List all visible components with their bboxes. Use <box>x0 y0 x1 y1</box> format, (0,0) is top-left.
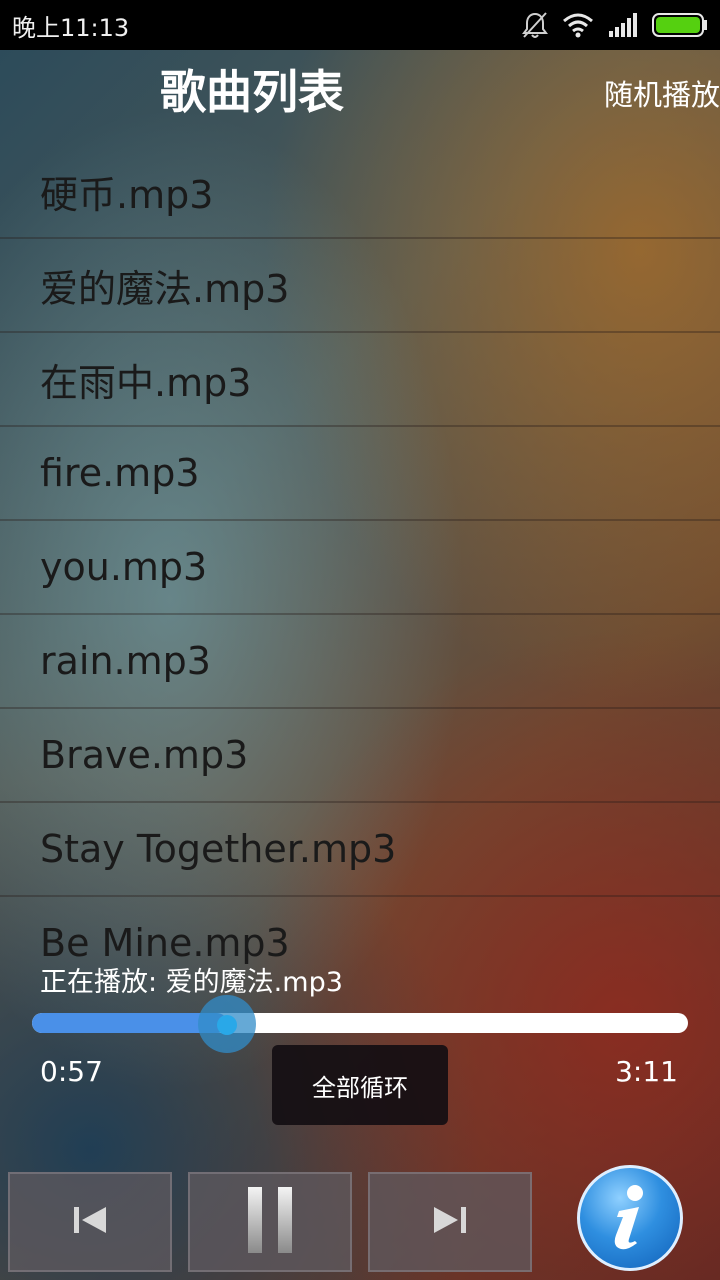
progress-bar[interactable] <box>32 1013 688 1033</box>
loop-mode-toast: 全部循环 <box>272 1045 448 1125</box>
info-icon <box>605 1181 655 1255</box>
pause-icon <box>244 1185 296 1259</box>
song-list[interactable]: 硬币.mp3 爱的魔法.mp3 在雨中.mp3 fire.mp3 you.mp3… <box>0 145 720 965</box>
header: 歌曲列表 随机播放 <box>0 50 720 140</box>
wifi-icon <box>562 12 594 38</box>
pause-button[interactable] <box>188 1172 352 1272</box>
song-item[interactable]: 硬币.mp3 <box>0 145 720 239</box>
song-item[interactable]: rain.mp3 <box>0 615 720 709</box>
signal-icon <box>608 13 638 37</box>
battery-icon <box>652 12 708 38</box>
song-item[interactable]: Brave.mp3 <box>0 709 720 803</box>
skip-previous-icon <box>70 1203 110 1241</box>
song-item[interactable]: 在雨中.mp3 <box>0 333 720 427</box>
status-bar: 晚上11:13 <box>0 0 720 50</box>
song-item[interactable]: fire.mp3 <box>0 427 720 521</box>
song-item[interactable]: 爱的魔法.mp3 <box>0 239 720 333</box>
info-button[interactable] <box>577 1165 683 1271</box>
status-icons <box>522 11 708 39</box>
previous-button[interactable] <box>8 1172 172 1272</box>
time-elapsed: 0:57 <box>40 1055 103 1088</box>
page-title: 歌曲列表 <box>160 65 344 119</box>
now-playing-label: 正在播放: 爱的魔法.mp3 <box>40 967 343 998</box>
time-total: 3:11 <box>615 1055 678 1088</box>
song-item[interactable]: Be Mine.mp3 <box>0 897 720 965</box>
shuffle-button[interactable]: 随机播放 <box>604 72 720 114</box>
song-item[interactable]: you.mp3 <box>0 521 720 615</box>
song-item[interactable]: Stay Together.mp3 <box>0 803 720 897</box>
next-button[interactable] <box>368 1172 532 1272</box>
skip-next-icon <box>430 1203 470 1241</box>
status-time: 晚上11:13 <box>12 13 130 42</box>
bell-off-icon <box>522 11 548 39</box>
